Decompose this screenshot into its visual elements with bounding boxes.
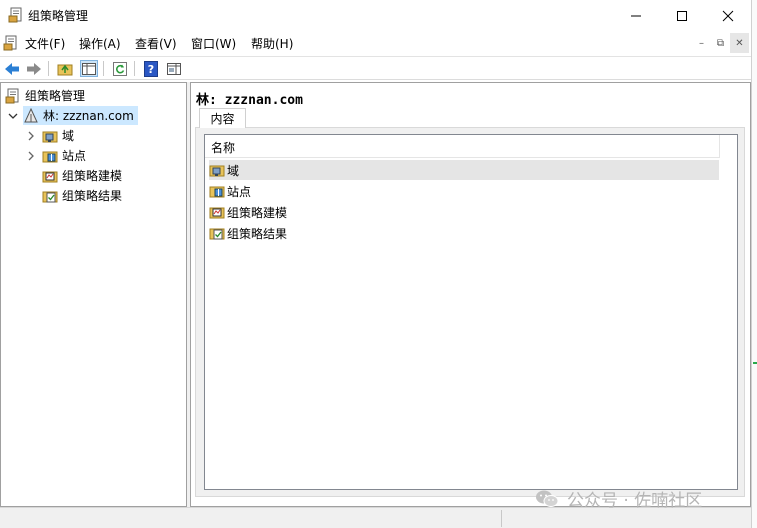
sites-folder-icon	[209, 186, 225, 198]
tree-label: 组策略结果	[62, 189, 123, 203]
list-item-modeling[interactable]: 组策略建模	[209, 202, 719, 222]
maximize-icon	[677, 10, 687, 21]
mdi-close-button[interactable]: ✕	[730, 33, 749, 53]
tree-label: 林: zzznan.com	[43, 109, 134, 123]
menu-action[interactable]: 操作(A)	[79, 35, 121, 52]
menu-file[interactable]: 文件(F)	[25, 35, 65, 52]
list-item-domains[interactable]: 域	[209, 160, 719, 180]
modeling-icon	[209, 207, 225, 219]
list-item-label: 组策略建模	[227, 205, 288, 220]
details-header: 林: zzznan.com	[196, 93, 303, 108]
domains-folder-icon	[209, 165, 225, 177]
forward-arrow-icon	[27, 62, 41, 75]
chevron-right-icon[interactable]	[26, 131, 36, 141]
modeling-icon	[42, 171, 58, 182]
chevron-down-icon[interactable]	[8, 111, 18, 121]
mdi-restore-button[interactable]: ⧉	[711, 33, 730, 53]
console-tree-icon	[82, 62, 96, 75]
sites-folder-icon	[42, 151, 58, 162]
minimize-button[interactable]	[613, 0, 659, 31]
results-icon	[42, 191, 58, 202]
list-item-label: 站点	[227, 184, 252, 199]
help-button[interactable]: ?	[142, 60, 160, 77]
tree-item-domains[interactable]: 域	[42, 126, 74, 145]
maximize-button[interactable]	[659, 0, 705, 31]
document-icon[interactable]	[3, 35, 19, 51]
menu-view[interactable]: 查看(V)	[135, 35, 177, 52]
wechat-icon	[536, 490, 559, 507]
tree-item-sites[interactable]: 站点	[42, 146, 86, 165]
mdi-minimize-button[interactable]: –	[692, 33, 711, 53]
watermark-text: 公众号 · 佐喃社区	[567, 491, 703, 511]
console-tree: 组策略管理 林: zzznan.com 域 站点 组策略建模 组策略结果	[0, 82, 187, 507]
svg-text:?: ?	[148, 63, 154, 76]
list-item-results[interactable]: 组策略结果	[209, 223, 719, 243]
refresh-icon	[113, 61, 127, 76]
close-icon	[722, 10, 734, 21]
up-level-button[interactable]	[56, 60, 74, 77]
tree-label: 组策略建模	[62, 169, 123, 183]
menu-window[interactable]: 窗口(W)	[191, 35, 236, 52]
action-pane-icon	[167, 62, 181, 75]
menu-help[interactable]: 帮助(H)	[251, 35, 293, 52]
close-button[interactable]	[705, 0, 751, 31]
menu-bar: 文件(F) 操作(A) 查看(V) 窗口(W) 帮助(H)	[0, 31, 751, 55]
forward-button[interactable]	[25, 60, 43, 77]
tab-panel: 名称 域 站点 组策略建模 组策略结果	[195, 127, 745, 497]
window-title: 组策略管理	[28, 9, 89, 23]
action-pane-button[interactable]	[165, 60, 183, 77]
toolbar-separator	[48, 61, 49, 76]
tree-label: 域	[62, 129, 75, 143]
edge-indicator	[753, 362, 757, 364]
results-icon	[209, 228, 225, 240]
column-header-name[interactable]: 名称	[205, 135, 720, 158]
back-button[interactable]	[3, 60, 21, 77]
show-hide-tree-button[interactable]	[80, 60, 98, 77]
column-label: 名称	[211, 141, 236, 155]
toolbar-separator	[134, 61, 135, 76]
tree-item-results[interactable]: 组策略结果	[42, 186, 122, 205]
domains-folder-icon	[42, 131, 58, 142]
tree-item-modeling[interactable]: 组策略建模	[42, 166, 122, 185]
tree-item-forest[interactable]: 林: zzznan.com	[23, 106, 138, 125]
chevron-right-icon[interactable]	[26, 151, 36, 161]
list-item-label: 组策略结果	[227, 226, 288, 241]
watermark: 公众号 · 佐喃社区	[535, 486, 702, 511]
forest-icon	[24, 107, 38, 122]
toolbar-separator	[103, 61, 104, 76]
list-item-label: 域	[227, 163, 240, 178]
folder-up-icon	[57, 64, 73, 75]
tab-contents[interactable]: 内容	[199, 108, 246, 128]
tree-label: 站点	[62, 149, 87, 163]
gpmc-icon	[5, 88, 19, 103]
status-separator	[501, 510, 502, 527]
contents-list[interactable]: 名称 域 站点 组策略建模 组策略结果	[204, 134, 738, 490]
title-bar: 组策略管理	[0, 0, 751, 31]
tree-item-root[interactable]: 组策略管理	[5, 86, 85, 105]
tree-label: 组策略管理	[25, 89, 86, 103]
toolbar: ?	[0, 56, 751, 80]
back-arrow-icon	[5, 62, 19, 75]
list-item-sites[interactable]: 站点	[209, 181, 719, 201]
details-pane: 林: zzznan.com 内容 名称 域 站点 组策略建模 组策略结果	[190, 82, 751, 507]
mdi-controls: – ⧉ ✕	[692, 33, 750, 53]
window-edge	[751, 0, 757, 528]
minimize-icon	[631, 15, 641, 16]
refresh-button[interactable]	[111, 60, 129, 77]
help-icon: ?	[144, 60, 158, 77]
gpmc-app-icon	[8, 7, 22, 23]
